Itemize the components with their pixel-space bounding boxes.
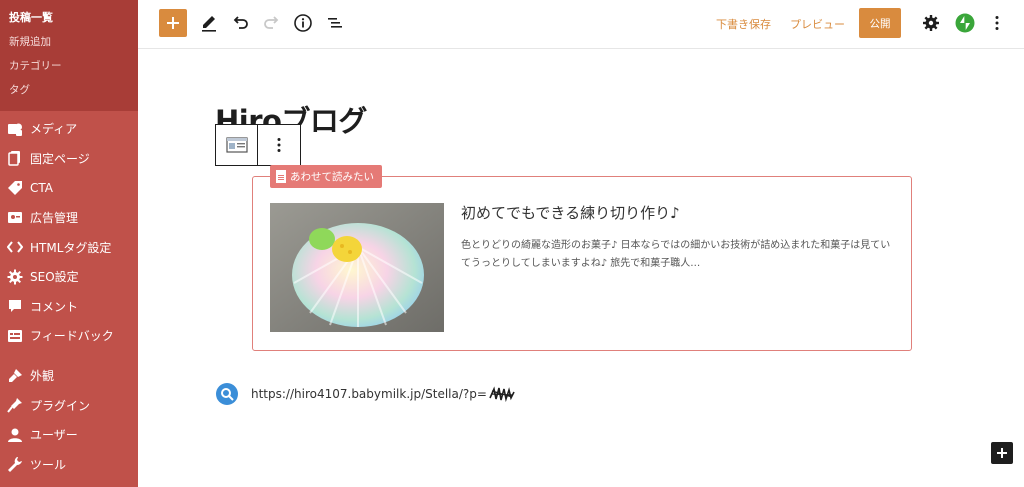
redacted-scribble bbox=[489, 386, 515, 402]
sidebar-item-label: フィードバック bbox=[30, 329, 114, 344]
sidebar-item-media[interactable]: メディア bbox=[0, 114, 138, 144]
save-draft-button[interactable]: 下書き保存 bbox=[716, 16, 771, 32]
sidebar-item-label: ユーザー bbox=[30, 428, 78, 443]
sidebar-item-ads[interactable]: 広告管理 bbox=[0, 203, 138, 233]
list-view-icon bbox=[328, 18, 342, 28]
submenu-categories[interactable]: カテゴリー bbox=[0, 57, 138, 81]
block-type-button[interactable] bbox=[216, 125, 258, 165]
gear-icon bbox=[923, 15, 939, 31]
sidebar-item-users[interactable]: ユーザー bbox=[0, 420, 138, 450]
sidebar-item-label: CTA bbox=[30, 180, 53, 195]
gear-icon bbox=[6, 268, 24, 286]
sidebar-item-tools[interactable]: ツール bbox=[0, 450, 138, 480]
block-inserter-button[interactable] bbox=[991, 442, 1013, 464]
redo-icon bbox=[264, 16, 279, 29]
sidebar-item-label: プラグイン bbox=[30, 398, 91, 413]
sidebar-item-label: 外観 bbox=[30, 369, 55, 384]
preview-button[interactable]: プレビュー bbox=[790, 16, 845, 32]
posts-submenu: 投稿一覧 新規追加 カテゴリー タグ bbox=[0, 0, 138, 111]
sidebar-item-label: ツール bbox=[30, 457, 67, 472]
more-options-button[interactable] bbox=[986, 12, 1008, 34]
editor-toolbar: 下書き保存 プレビュー 公開 bbox=[138, 0, 1024, 49]
wrench-icon bbox=[6, 455, 24, 473]
sidebar-item-appearance[interactable]: 外観 bbox=[0, 361, 138, 391]
submenu-tags[interactable]: タグ bbox=[0, 81, 138, 105]
vertical-ellipsis-icon bbox=[277, 138, 281, 152]
related-post-title[interactable]: 初めてでもできる練り切り作り♪ bbox=[461, 202, 680, 223]
block-options-button[interactable] bbox=[258, 125, 300, 165]
block-toolbar bbox=[215, 124, 301, 166]
related-post-thumbnail bbox=[270, 203, 444, 332]
pencil-icon bbox=[202, 16, 216, 32]
search-icon bbox=[216, 383, 238, 405]
page-icon bbox=[6, 149, 24, 167]
comment-icon bbox=[6, 297, 24, 315]
sidebar-item-plugins[interactable]: プラグイン bbox=[0, 390, 138, 420]
settings-button[interactable] bbox=[920, 12, 942, 34]
submenu-add-new[interactable]: 新規追加 bbox=[0, 33, 138, 57]
plus-icon bbox=[997, 448, 1007, 458]
feedback-icon bbox=[6, 327, 24, 345]
sidebar-item-seo[interactable]: SEO設定 bbox=[0, 262, 138, 292]
media-icon bbox=[6, 120, 24, 138]
plus-icon bbox=[167, 17, 179, 29]
undo-button[interactable] bbox=[229, 12, 251, 34]
publish-button[interactable]: 公開 bbox=[859, 8, 901, 38]
sidebar-item-label: 広告管理 bbox=[30, 211, 79, 226]
list-view-button[interactable] bbox=[324, 12, 346, 34]
vertical-ellipsis-icon bbox=[995, 16, 999, 30]
url-embed-block[interactable]: https://hiro4107.babymilk.jp/Stella/?p= bbox=[216, 383, 515, 405]
sidebar-item-label: コメント bbox=[30, 299, 79, 314]
plugin-icon bbox=[6, 396, 24, 414]
sidebar-item-label: SEO設定 bbox=[30, 270, 79, 285]
sidebar-item-label: HTMLタグ設定 bbox=[30, 240, 112, 255]
undo-icon bbox=[233, 16, 248, 29]
sidebar-item-comments[interactable]: コメント bbox=[0, 292, 138, 322]
sidebar-item-label: 固定ページ bbox=[30, 151, 90, 166]
ad-icon bbox=[6, 209, 24, 227]
sidebar-item-feedback[interactable]: フィードバック bbox=[0, 321, 138, 351]
sidebar-item-html-tags[interactable]: HTMLタグ設定 bbox=[0, 232, 138, 262]
info-icon bbox=[294, 14, 312, 32]
card-block-icon bbox=[225, 137, 248, 153]
admin-sidebar: 投稿一覧 新規追加 カテゴリー タグ メディア 固定ページ CTA 広告管理 H… bbox=[0, 0, 138, 487]
edit-tool-button[interactable] bbox=[198, 12, 220, 34]
code-icon bbox=[6, 238, 24, 256]
submenu-all-posts[interactable]: 投稿一覧 bbox=[0, 9, 138, 33]
related-post-label-text: あわせて読みたい bbox=[290, 171, 374, 183]
url-text: https://hiro4107.babymilk.jp/Stella/?p= bbox=[251, 387, 487, 401]
tag-icon bbox=[6, 179, 24, 197]
brush-icon bbox=[6, 367, 24, 385]
user-icon bbox=[6, 426, 24, 444]
sidebar-menu: メディア 固定ページ CTA 広告管理 HTMLタグ設定 SEO設定 コメント bbox=[0, 111, 138, 479]
related-post-excerpt: 色とりどりの綺麗な造形のお菓子♪ 日本ならではの細かいお技術が詰め込まれた和菓子… bbox=[461, 240, 891, 269]
sidebar-item-label: メディア bbox=[30, 122, 78, 137]
jetpack-button[interactable] bbox=[954, 12, 976, 34]
add-block-button[interactable] bbox=[159, 9, 187, 37]
document-icon bbox=[276, 170, 286, 183]
info-button[interactable] bbox=[292, 12, 314, 34]
sidebar-item-cta[interactable]: CTA bbox=[0, 173, 138, 203]
related-post-label: あわせて読みたい bbox=[270, 165, 382, 188]
jetpack-icon bbox=[955, 13, 975, 33]
redo-button[interactable] bbox=[261, 12, 283, 34]
sidebar-item-pages[interactable]: 固定ページ bbox=[0, 144, 138, 174]
